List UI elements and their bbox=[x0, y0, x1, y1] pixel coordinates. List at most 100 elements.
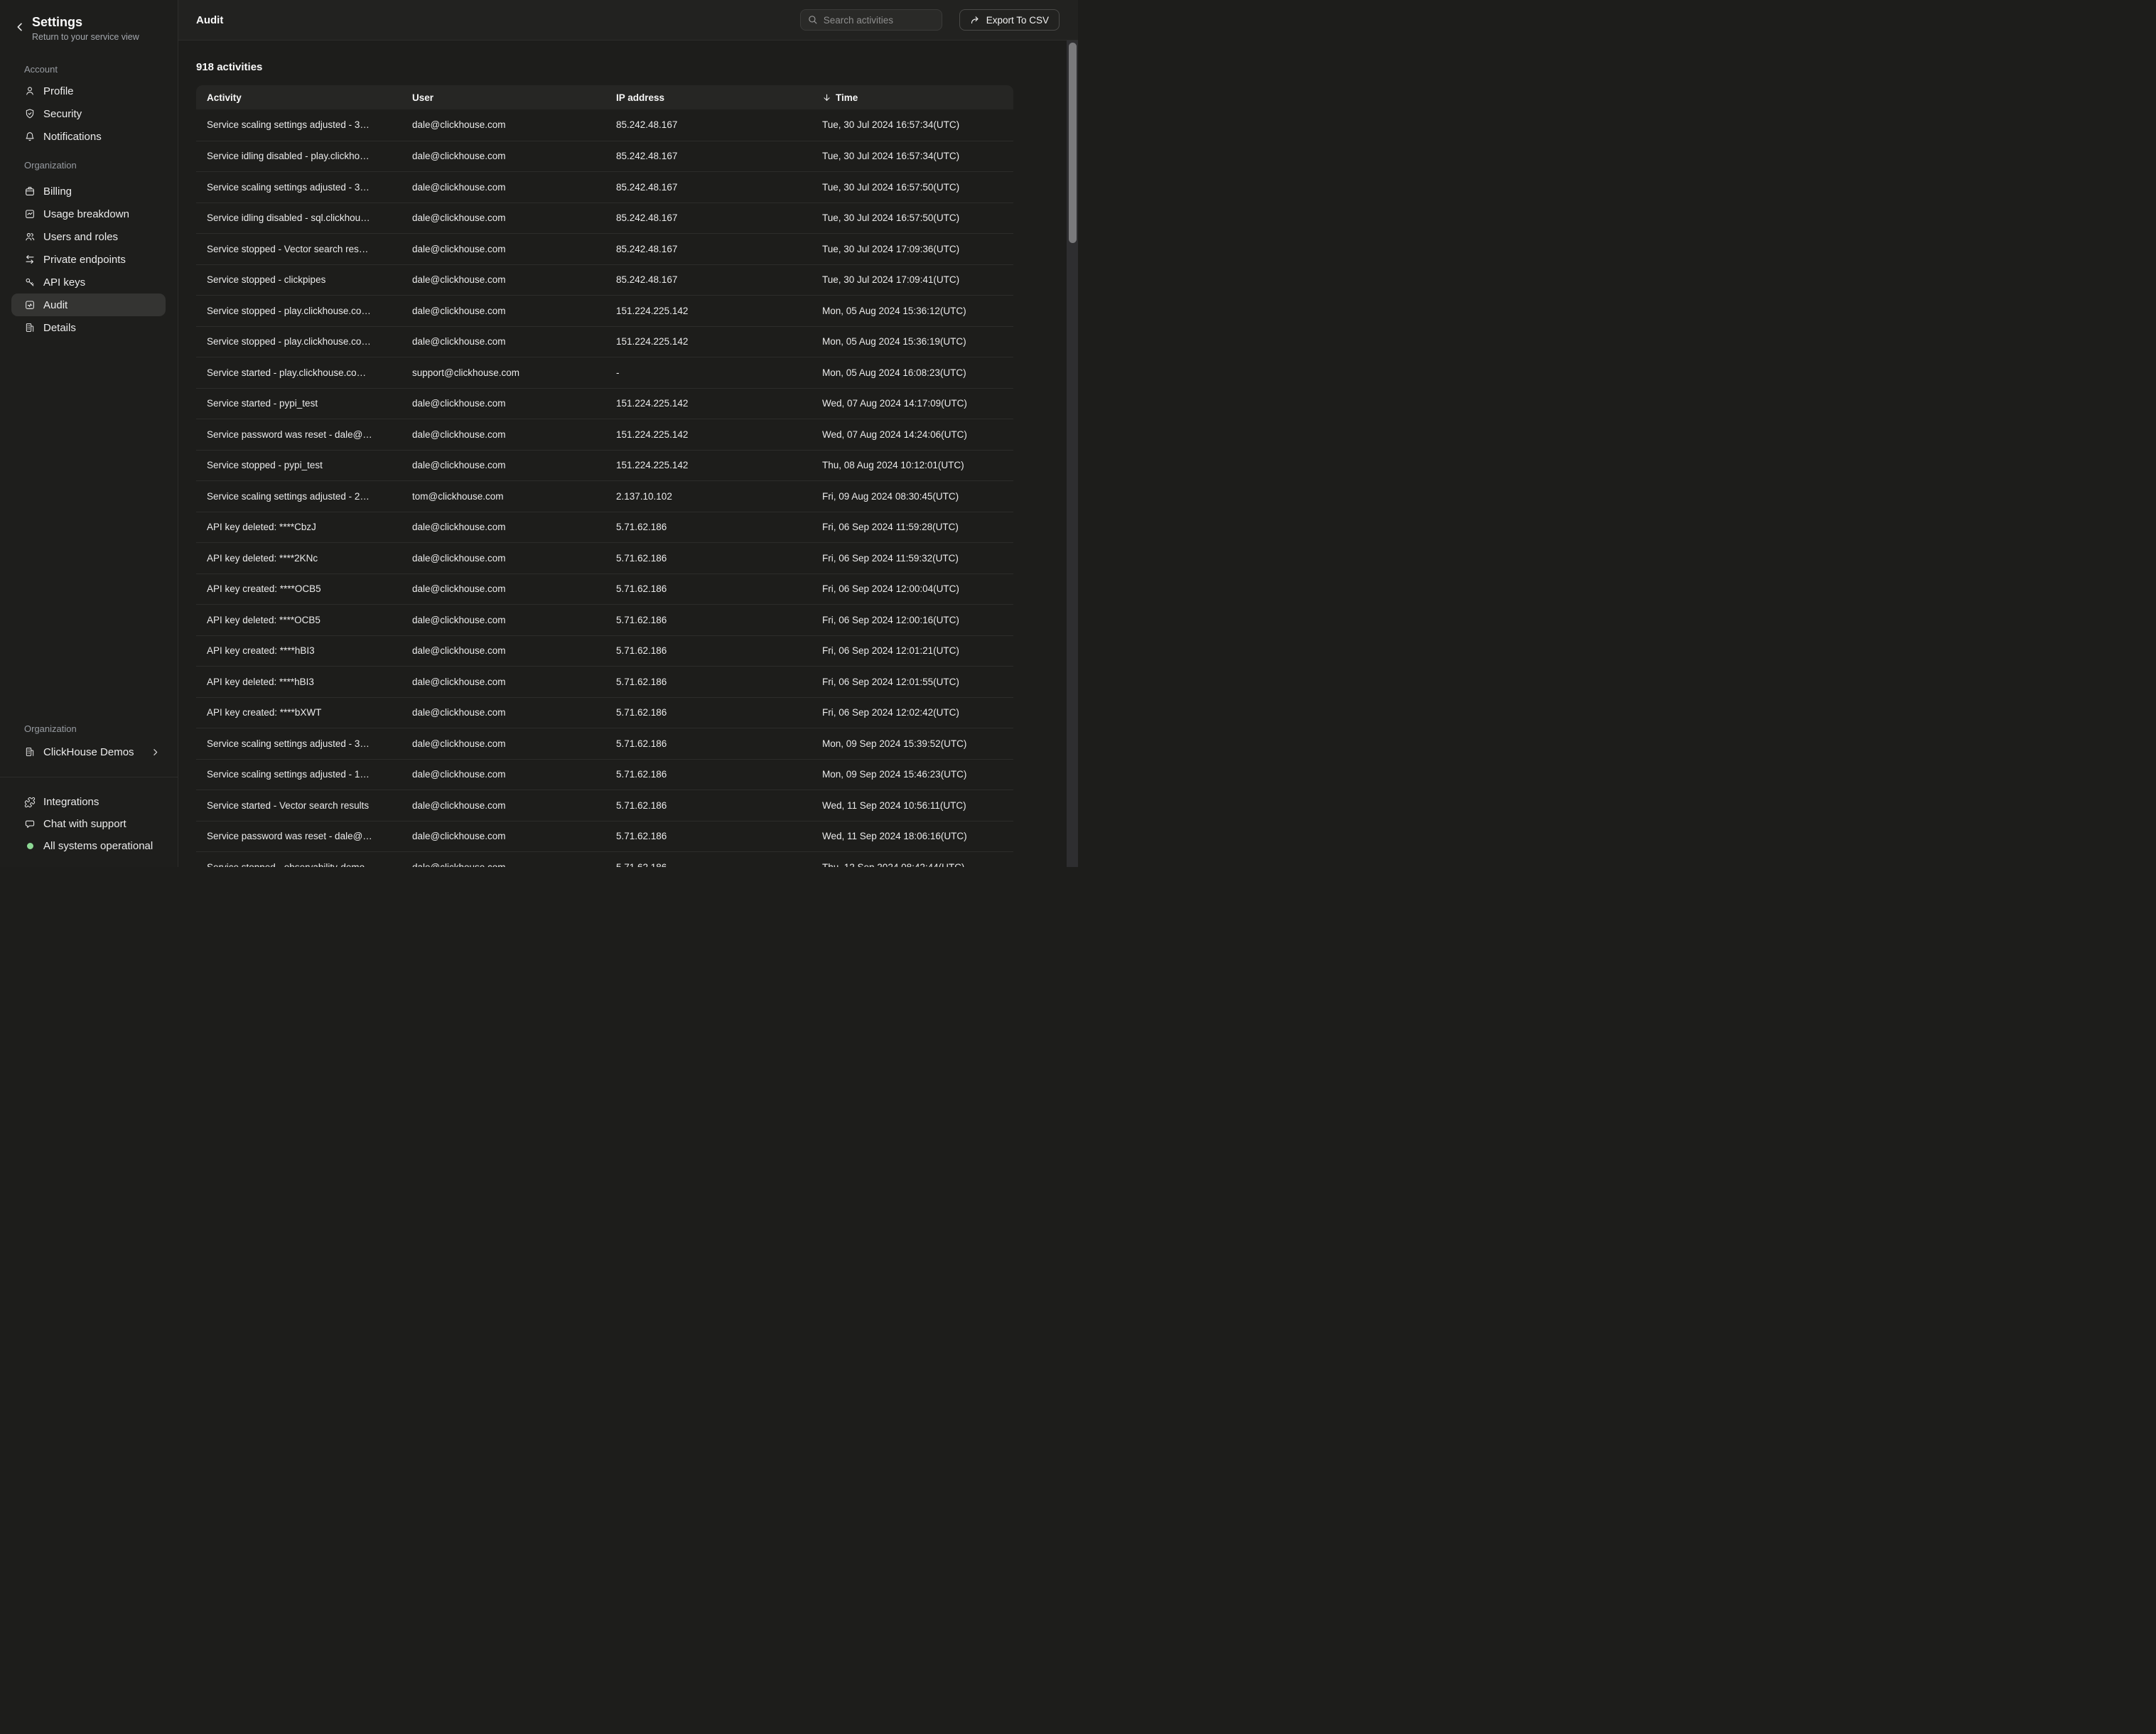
back-chevron-icon[interactable] bbox=[14, 21, 26, 33]
org-switcher-clickhouse-demos[interactable]: ClickHouse Demos bbox=[11, 741, 166, 763]
cell-time: Fri, 06 Sep 2024 12:01:21(UTC) bbox=[812, 645, 1013, 656]
table-row[interactable]: Service stopped - play.clickhouse.co… da… bbox=[196, 326, 1013, 357]
sidebar-item-audit[interactable]: Audit bbox=[11, 294, 166, 316]
cell-activity: API key deleted: ****2KNc bbox=[196, 553, 401, 564]
table-row[interactable]: Service started - play.clickhouse.co… su… bbox=[196, 357, 1013, 388]
table-row[interactable]: Service scaling settings adjusted - 2… t… bbox=[196, 480, 1013, 512]
table-row[interactable]: Service stopped - observability-demo dal… bbox=[196, 851, 1013, 867]
table-row[interactable]: API key deleted: ****2KNc dale@clickhous… bbox=[196, 542, 1013, 573]
cell-activity: Service scaling settings adjusted - 3… bbox=[196, 182, 401, 193]
status-label: All systems operational bbox=[43, 840, 153, 852]
cell-time: Mon, 09 Sep 2024 15:39:52(UTC) bbox=[812, 738, 1013, 749]
table-row[interactable]: API key created: ****OCB5 dale@clickhous… bbox=[196, 573, 1013, 605]
cell-time: Fri, 06 Sep 2024 12:02:42(UTC) bbox=[812, 707, 1013, 718]
cell-user: dale@clickhouse.com bbox=[401, 398, 605, 409]
export-to-csv-button[interactable]: Export To CSV bbox=[959, 9, 1060, 31]
sidebar: Settings Return to your service view Acc… bbox=[0, 0, 178, 867]
table-row[interactable]: Service started - pypi_test dale@clickho… bbox=[196, 388, 1013, 419]
cell-user: dale@clickhouse.com bbox=[401, 182, 605, 193]
cell-activity: Service stopped - play.clickhouse.co… bbox=[196, 336, 401, 347]
table-row[interactable]: Service password was reset - dale@… dale… bbox=[196, 821, 1013, 852]
table-row[interactable]: API key deleted: ****CbzJ dale@clickhous… bbox=[196, 512, 1013, 543]
table-row[interactable]: Service idling disabled - play.clickho… … bbox=[196, 141, 1013, 172]
column-header-user[interactable]: User bbox=[401, 92, 605, 103]
sidebar-item-integrations[interactable]: Integrations bbox=[11, 791, 166, 813]
vertical-scrollbar-track[interactable] bbox=[1067, 41, 1078, 867]
cell-ip: - bbox=[605, 367, 812, 378]
cell-activity: Service scaling settings adjusted - 1… bbox=[196, 769, 401, 780]
cell-time: Mon, 05 Aug 2024 15:36:19(UTC) bbox=[812, 336, 1013, 347]
table-row[interactable]: Service stopped - Vector search res… dal… bbox=[196, 233, 1013, 264]
sidebar-title: Settings bbox=[32, 14, 171, 30]
sidebar-item-chat-with-support[interactable]: Chat with support bbox=[11, 813, 166, 835]
column-header-ip-address[interactable]: IP address bbox=[605, 92, 812, 103]
table-row[interactable]: Service started - Vector search results … bbox=[196, 790, 1013, 821]
table-row[interactable]: Service idling disabled - sql.clickhou… … bbox=[196, 203, 1013, 234]
cell-activity: Service stopped - Vector search res… bbox=[196, 244, 401, 254]
audit-table: Activity User IP address Time Service sc… bbox=[196, 85, 1013, 867]
status-dot-icon bbox=[24, 841, 36, 852]
cell-time: Fri, 06 Sep 2024 12:00:16(UTC) bbox=[812, 615, 1013, 625]
sidebar-item-users-and-roles[interactable]: Users and roles bbox=[11, 225, 166, 248]
cell-user: dale@clickhouse.com bbox=[401, 553, 605, 564]
vertical-scrollbar-thumb[interactable] bbox=[1069, 43, 1077, 243]
column-header-activity[interactable]: Activity bbox=[196, 92, 401, 103]
cell-activity: Service stopped - play.clickhouse.co… bbox=[196, 306, 401, 316]
cell-ip: 5.71.62.186 bbox=[605, 615, 812, 625]
cell-time: Wed, 11 Sep 2024 10:56:11(UTC) bbox=[812, 800, 1013, 811]
table-row[interactable]: Service stopped - pypi_test dale@clickho… bbox=[196, 450, 1013, 481]
section-label-organization-bottom: Organization bbox=[0, 722, 178, 736]
cell-ip: 85.242.48.167 bbox=[605, 244, 812, 254]
sidebar-item-label: API keys bbox=[43, 276, 85, 289]
sort-desc-arrow-icon bbox=[822, 93, 831, 102]
cell-ip: 5.71.62.186 bbox=[605, 583, 812, 594]
cell-ip: 5.71.62.186 bbox=[605, 707, 812, 718]
table-row[interactable]: Service scaling settings adjusted - 3… d… bbox=[196, 728, 1013, 759]
puzzle-icon bbox=[24, 797, 36, 808]
search-input[interactable] bbox=[800, 9, 942, 31]
settings-audit-page: Settings Return to your service view Acc… bbox=[0, 0, 1078, 867]
cell-activity: Service started - Vector search results bbox=[196, 800, 401, 811]
sidebar-subtitle[interactable]: Return to your service view bbox=[32, 31, 171, 43]
cell-activity: Service stopped - observability-demo bbox=[196, 862, 401, 867]
sidebar-item-label: Users and roles bbox=[43, 231, 118, 243]
cell-user: dale@clickhouse.com bbox=[401, 707, 605, 718]
sidebar-header: Settings Return to your service view bbox=[0, 0, 178, 43]
sidebar-item-label: Billing bbox=[43, 185, 72, 198]
cell-time: Mon, 05 Aug 2024 15:36:12(UTC) bbox=[812, 306, 1013, 316]
cell-ip: 5.71.62.186 bbox=[605, 645, 812, 656]
table-row[interactable]: Service scaling settings adjusted - 1… d… bbox=[196, 759, 1013, 790]
table-row[interactable]: Service scaling settings adjusted - 3… d… bbox=[196, 109, 1013, 141]
table-row[interactable]: Service scaling settings adjusted - 3… d… bbox=[196, 171, 1013, 203]
sidebar-item-usage-breakdown[interactable]: Usage breakdown bbox=[11, 203, 166, 225]
arrows-swap-icon bbox=[24, 254, 36, 265]
sidebar-item-billing[interactable]: Billing bbox=[11, 180, 166, 203]
cell-time: Fri, 06 Sep 2024 11:59:32(UTC) bbox=[812, 553, 1013, 564]
cell-time: Fri, 06 Sep 2024 11:59:28(UTC) bbox=[812, 522, 1013, 532]
column-header-time[interactable]: Time bbox=[812, 92, 1013, 103]
cell-ip: 151.224.225.142 bbox=[605, 429, 812, 440]
cell-activity: Service started - play.clickhouse.co… bbox=[196, 367, 401, 378]
cell-user: dale@clickhouse.com bbox=[401, 831, 605, 841]
sidebar-item-details[interactable]: Details bbox=[11, 316, 166, 339]
table-row[interactable]: Service stopped - clickpipes dale@clickh… bbox=[196, 264, 1013, 296]
sidebar-item-notifications[interactable]: Notifications bbox=[11, 125, 166, 148]
table-row[interactable]: API key created: ****bXWT dale@clickhous… bbox=[196, 697, 1013, 728]
table-row[interactable]: Service password was reset - dale@… dale… bbox=[196, 419, 1013, 450]
organization-nav: Billing Usage breakdown Users and roles … bbox=[0, 180, 178, 339]
cell-ip: 5.71.62.186 bbox=[605, 831, 812, 841]
table-row[interactable]: API key deleted: ****hBI3 dale@clickhous… bbox=[196, 666, 1013, 697]
sidebar-item-private-endpoints[interactable]: Private endpoints bbox=[11, 248, 166, 271]
sidebar-item-api-keys[interactable]: API keys bbox=[11, 271, 166, 294]
system-status[interactable]: All systems operational bbox=[11, 835, 166, 857]
table-row[interactable]: API key deleted: ****OCB5 dale@clickhous… bbox=[196, 604, 1013, 635]
table-row[interactable]: API key created: ****hBI3 dale@clickhous… bbox=[196, 635, 1013, 667]
chevron-right-icon bbox=[151, 748, 160, 757]
page-title: Audit bbox=[196, 14, 223, 26]
chat-bubble-icon bbox=[24, 819, 36, 830]
sidebar-item-security[interactable]: Security bbox=[11, 102, 166, 125]
cell-time: Mon, 09 Sep 2024 15:46:23(UTC) bbox=[812, 769, 1013, 780]
bell-icon bbox=[24, 131, 36, 142]
table-row[interactable]: Service stopped - play.clickhouse.co… da… bbox=[196, 295, 1013, 326]
sidebar-item-profile[interactable]: Profile bbox=[11, 80, 166, 102]
